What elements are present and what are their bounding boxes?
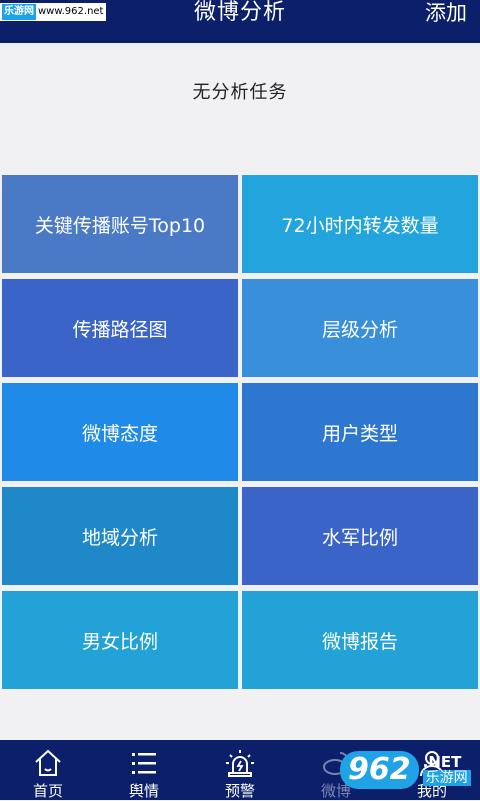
tile-label: 男女比例: [81, 630, 158, 653]
tile-72h-reposts[interactable]: 72小时内转发数量: [242, 175, 478, 273]
tab-label: 预警: [224, 782, 255, 800]
tile-label: 水军比例: [321, 526, 398, 549]
tile-label: 微博报告: [321, 630, 398, 653]
add-button[interactable]: 添加: [425, 0, 467, 26]
empty-state-text: 无分析任务: [192, 82, 288, 103]
tile-label: 地域分析: [81, 526, 158, 549]
badge-logo: 962: [340, 751, 419, 789]
tile-key-accounts[interactable]: 关键传播账号Top10: [2, 175, 238, 273]
tile-weibo-attitude[interactable]: 微博态度: [2, 383, 238, 481]
home-icon: [35, 749, 61, 776]
tile-label: 微博态度: [81, 422, 158, 445]
tab-label: 舆情: [128, 782, 159, 800]
list-icon: [132, 753, 156, 774]
tile-label: 传播路径图: [72, 318, 168, 341]
tile-gender-ratio[interactable]: 男女比例: [2, 591, 238, 689]
tab-label: 首页: [32, 782, 63, 800]
alarm-icon: [226, 750, 254, 777]
tab-sentiment[interactable]: 舆情: [96, 740, 192, 800]
tile-propagation-path[interactable]: 传播路径图: [2, 279, 238, 377]
tile-user-type[interactable]: 用户类型: [242, 383, 478, 481]
site-badge: 962 .NET 乐游网: [340, 742, 478, 798]
task-area: 无分析任务: [0, 43, 480, 175]
badge-net: .NET: [422, 753, 462, 771]
top-bar: 乐游网 www.962.net 微博分析 添加: [0, 0, 480, 43]
tile-label: 72小时内转发数量: [281, 214, 439, 237]
page-title: 微博分析: [193, 0, 286, 25]
tile-label: 用户类型: [321, 422, 398, 445]
tile-water-army-ratio[interactable]: 水军比例: [242, 487, 478, 585]
tile-region-analysis[interactable]: 地域分析: [2, 487, 238, 585]
badge-text: .NET 乐游网: [422, 753, 471, 786]
tab-alert[interactable]: 预警: [192, 740, 288, 800]
tile-label: 关键传播账号Top10: [34, 214, 206, 237]
badge-cn: 乐游网: [422, 770, 471, 786]
tile-weibo-report[interactable]: 微博报告: [242, 591, 478, 689]
tab-home[interactable]: 首页: [0, 740, 96, 800]
tile-label: 层级分析: [321, 318, 398, 341]
tile-level-analysis[interactable]: 层级分析: [242, 279, 478, 377]
